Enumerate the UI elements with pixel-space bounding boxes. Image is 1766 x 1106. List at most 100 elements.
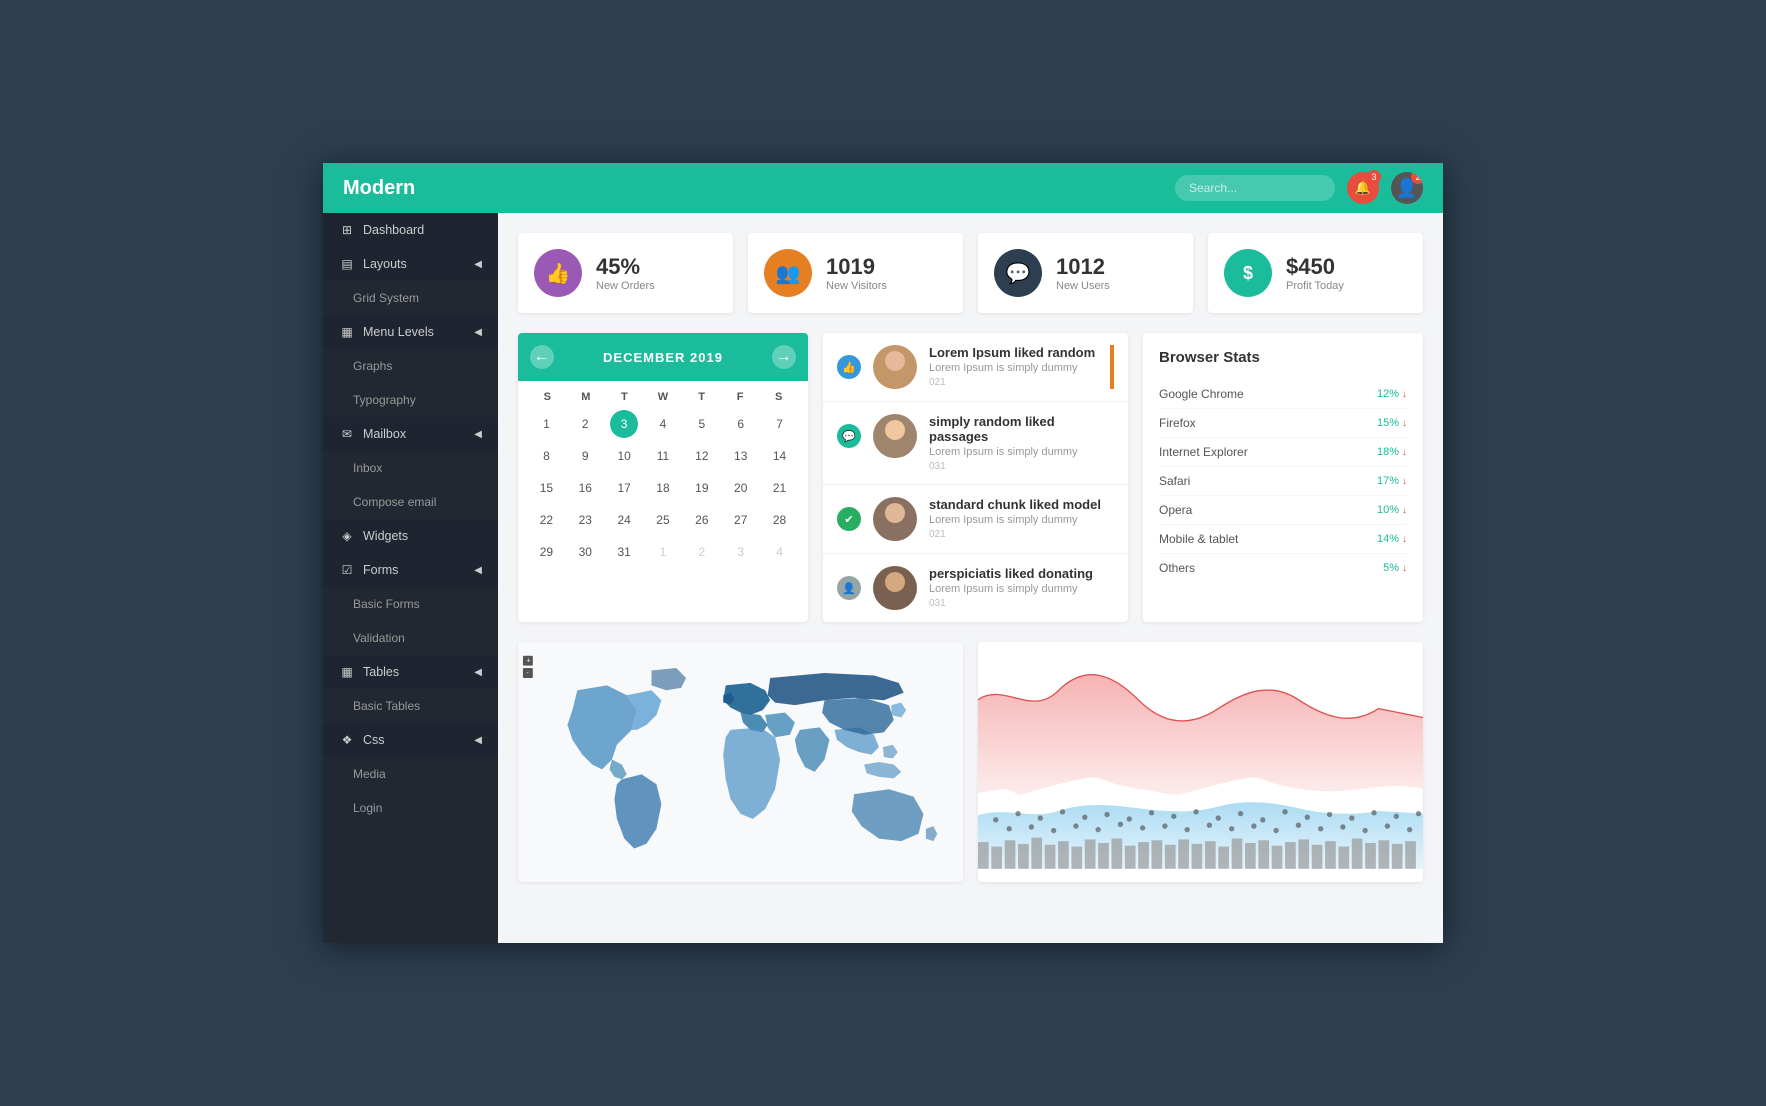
feed-item-4: 👤 perspiciatis liked donating Lorem Ipsu…	[823, 554, 1128, 622]
sidebar-label-basic-forms: Basic Forms	[353, 597, 420, 611]
browser-stats-card: Browser Stats Google Chrome 12%↓ Firefox…	[1143, 333, 1423, 622]
sidebar-label-layouts: Layouts	[363, 257, 407, 271]
cal-day-14[interactable]: 14	[766, 442, 794, 470]
others-arrow: ↓	[1402, 563, 1407, 574]
cal-day-27[interactable]: 27	[727, 506, 755, 534]
calendar-grid: S M T W T F S 12345678910111213141516171…	[518, 381, 808, 577]
line-chart-container	[978, 642, 1423, 882]
sidebar-item-layouts[interactable]: ▤ Layouts ◀	[323, 247, 498, 281]
cal-day-4-other[interactable]: 4	[766, 538, 794, 566]
sidebar-item-dashboard[interactable]: ⊞ Dashboard	[323, 213, 498, 247]
cal-day-3[interactable]: 3	[610, 410, 638, 438]
sidebar-item-validation[interactable]: Validation	[323, 621, 498, 655]
sidebar-item-css[interactable]: ❖ Css ◀	[323, 723, 498, 757]
cal-day-30[interactable]: 30	[571, 538, 599, 566]
browser-pct-opera: 10%↓	[1377, 504, 1407, 516]
feed-time-3: 021	[929, 529, 1114, 540]
sidebar-label-grid-system: Grid System	[353, 291, 419, 305]
cal-day-7[interactable]: 7	[766, 410, 794, 438]
layouts-arrow: ◀	[474, 259, 482, 270]
search-input[interactable]	[1175, 175, 1335, 201]
cal-day-19[interactable]: 19	[688, 474, 716, 502]
feed-action-icon-4: 👤	[837, 576, 861, 600]
forms-icon: ☑	[339, 563, 355, 577]
sidebar-item-widgets[interactable]: ◈ Widgets	[323, 519, 498, 553]
line-chart-card	[978, 642, 1423, 882]
sidebar-item-mailbox[interactable]: ✉ Mailbox ◀	[323, 417, 498, 451]
menu-levels-icon: ▦	[339, 325, 355, 339]
stat-card-visitors: 👥 1019 New Visitors	[748, 233, 963, 313]
browser-item-chrome: Google Chrome 12%↓	[1159, 380, 1407, 409]
browser-item-firefox: Firefox 15%↓	[1159, 409, 1407, 438]
cal-day-8[interactable]: 8	[532, 442, 560, 470]
sidebar-item-compose[interactable]: Compose email	[323, 485, 498, 519]
sidebar-item-basic-forms[interactable]: Basic Forms	[323, 587, 498, 621]
cal-day-15[interactable]: 15	[532, 474, 560, 502]
cal-day-21[interactable]: 21	[766, 474, 794, 502]
cal-day-25[interactable]: 25	[649, 506, 677, 534]
bell-badge: 3	[1367, 170, 1381, 184]
cal-day-24[interactable]: 24	[610, 506, 638, 534]
world-map-card: + -	[518, 642, 963, 882]
sidebar-item-forms[interactable]: ☑ Forms ◀	[323, 553, 498, 587]
cal-day-12[interactable]: 12	[688, 442, 716, 470]
sidebar-item-media[interactable]: Media	[323, 757, 498, 791]
content-row: ← DECEMBER 2019 → S M T W T F S	[518, 333, 1423, 622]
sidebar-item-inbox[interactable]: Inbox	[323, 451, 498, 485]
cal-day-18[interactable]: 18	[649, 474, 677, 502]
cal-next-button[interactable]: →	[772, 345, 796, 369]
cal-day-26[interactable]: 26	[688, 506, 716, 534]
feed-content-4: perspiciatis liked donating Lorem Ipsum …	[929, 566, 1114, 609]
feed-item-3: ✔ standard chunk liked model Lorem Ipsum…	[823, 485, 1128, 554]
sidebar-item-menu-levels[interactable]: ▦ Menu Levels ◀	[323, 315, 498, 349]
feed-text-2: Lorem Ipsum is simply dummy	[929, 446, 1114, 458]
browser-pct-safari: 17%↓	[1377, 475, 1407, 487]
sidebar-label-graphs: Graphs	[353, 359, 392, 373]
stat-info-profit: $450 Profit Today	[1286, 254, 1344, 292]
cal-day-22[interactable]: 22	[532, 506, 560, 534]
cal-day-29[interactable]: 29	[532, 538, 560, 566]
cal-day-3-other[interactable]: 3	[727, 538, 755, 566]
cal-day-1[interactable]: 1	[532, 410, 560, 438]
stat-number-orders: 45%	[596, 254, 655, 280]
browser-name-ie: Internet Explorer	[1159, 445, 1248, 459]
sidebar-label-inbox: Inbox	[353, 461, 382, 475]
feed-content-1: Lorem Ipsum liked random Lorem Ipsum is …	[929, 345, 1098, 388]
cal-day-6[interactable]: 6	[727, 410, 755, 438]
sidebar-item-grid-system[interactable]: Grid System	[323, 281, 498, 315]
cal-day-20[interactable]: 20	[727, 474, 755, 502]
cal-day-11[interactable]: 11	[649, 442, 677, 470]
cal-day-17[interactable]: 17	[610, 474, 638, 502]
cal-day-4[interactable]: 4	[649, 410, 677, 438]
cal-day-31[interactable]: 31	[610, 538, 638, 566]
browser-item-safari: Safari 17%↓	[1159, 467, 1407, 496]
sidebar-item-tables[interactable]: ▦ Tables ◀	[323, 655, 498, 689]
cal-day-1-other[interactable]: 1	[649, 538, 677, 566]
cal-day-5[interactable]: 5	[688, 410, 716, 438]
browser-item-others: Others 5%↓	[1159, 554, 1407, 582]
sidebar-item-login[interactable]: Login	[323, 791, 498, 825]
cal-day-13[interactable]: 13	[727, 442, 755, 470]
sidebar-item-graphs[interactable]: Graphs	[323, 349, 498, 383]
stat-label-profit: Profit Today	[1286, 280, 1344, 292]
cal-prev-button[interactable]: ←	[530, 345, 554, 369]
sidebar-item-typography[interactable]: Typography	[323, 383, 498, 417]
css-arrow: ◀	[474, 735, 482, 746]
avatar-button[interactable]: 👤 2	[1391, 172, 1423, 204]
cal-day-28[interactable]: 28	[766, 506, 794, 534]
cal-day-9[interactable]: 9	[571, 442, 599, 470]
browser-stats-title: Browser Stats	[1159, 349, 1407, 366]
browser-name-safari: Safari	[1159, 474, 1190, 488]
bell-button[interactable]: 🔔 3	[1347, 172, 1379, 204]
cal-day-10[interactable]: 10	[610, 442, 638, 470]
layouts-icon: ▤	[339, 257, 355, 271]
browser-name-chrome: Google Chrome	[1159, 387, 1244, 401]
sidebar-item-basic-tables[interactable]: Basic Tables	[323, 689, 498, 723]
cal-day-2[interactable]: 2	[571, 410, 599, 438]
cal-day-16[interactable]: 16	[571, 474, 599, 502]
feed-action-icon-1: 👍	[837, 355, 861, 379]
cal-day-23[interactable]: 23	[571, 506, 599, 534]
cal-day-2-other[interactable]: 2	[688, 538, 716, 566]
main-content: 👍 45% New Orders 👥 1019 New Visitors 💬	[498, 213, 1443, 943]
sidebar-label-media: Media	[353, 767, 386, 781]
